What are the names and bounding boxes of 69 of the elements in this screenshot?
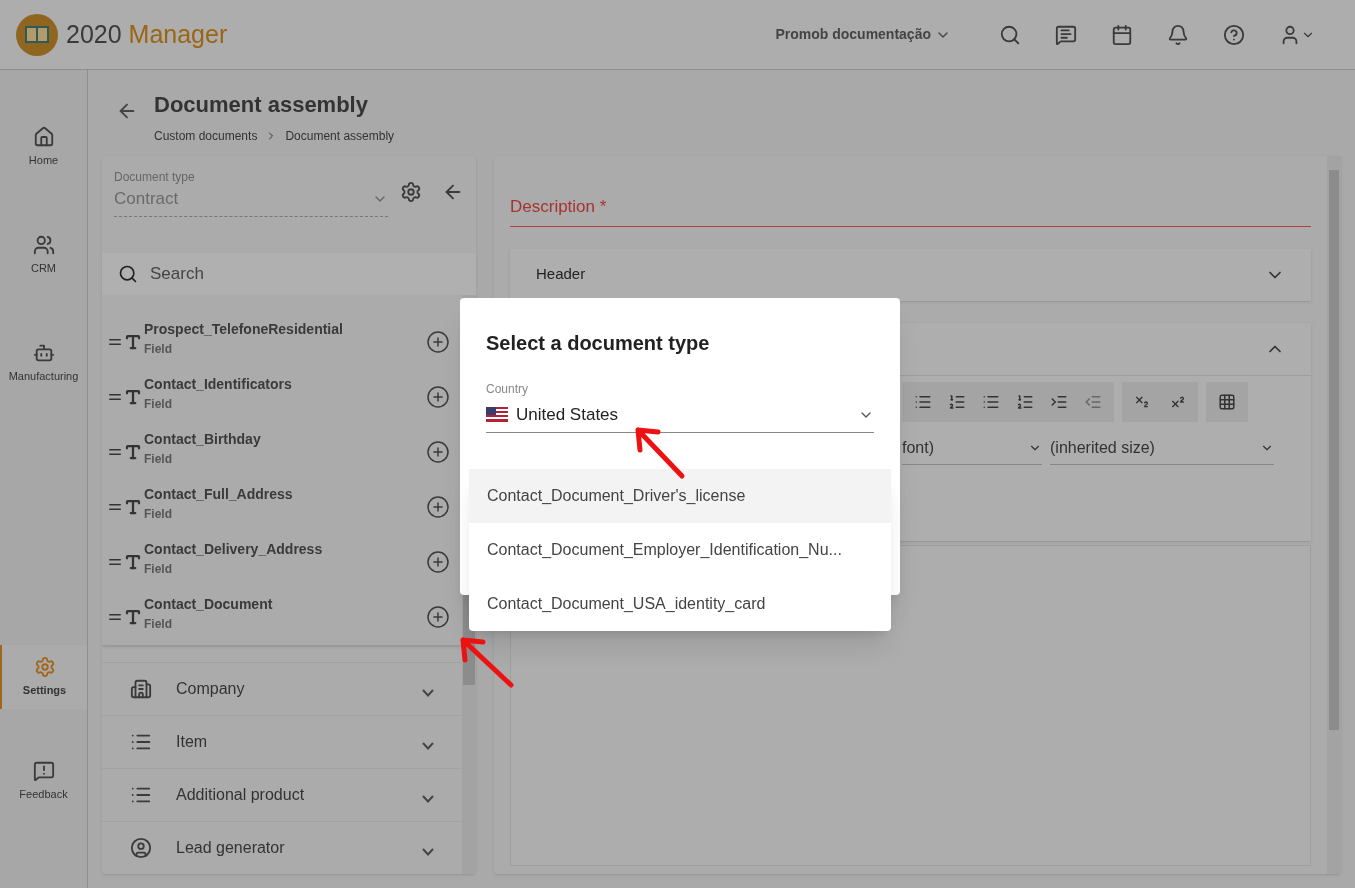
expand-icon <box>422 847 434 856</box>
field-type: Field <box>144 560 173 578</box>
help-icon[interactable] <box>1223 23 1245 46</box>
nav-item[interactable]: Manufacturing <box>0 331 87 395</box>
flag-icon <box>486 407 508 423</box>
expand-icon <box>422 688 434 697</box>
building-icon <box>130 677 152 700</box>
field-name: Contact_Delivery_Address <box>144 539 324 559</box>
add-icon[interactable] <box>426 550 450 574</box>
dropdown-option[interactable]: Contact_Document_Employer_Identification_Nu... <box>469 523 891 577</box>
field-type: Field <box>144 505 173 523</box>
description-field[interactable]: Description * <box>510 194 1311 227</box>
field-name: Prospect_TelefoneResidential <box>144 319 344 339</box>
add-icon[interactable] <box>426 605 450 629</box>
text-field-icon <box>124 498 142 516</box>
search-icon <box>118 263 138 284</box>
category-item[interactable]: Company <box>102 661 462 715</box>
section-title: Header <box>536 264 587 285</box>
field-name: Contact_Identificators <box>144 374 293 394</box>
nav-item[interactable]: Feedback <box>0 749 87 813</box>
nav-item[interactable]: Settings <box>0 645 87 709</box>
text-field-icon <box>124 333 142 351</box>
search-icon[interactable] <box>999 23 1021 46</box>
home-icon <box>32 125 55 148</box>
field-name: Contact_Birthday <box>144 429 262 449</box>
settings-icon <box>33 655 56 678</box>
text-field-icon <box>124 608 142 626</box>
add-icon[interactable] <box>426 330 450 354</box>
field-name: Contact_Full_Address <box>144 484 294 504</box>
add-icon[interactable] <box>426 385 450 409</box>
nav-item[interactable]: CRM <box>0 223 87 287</box>
field-name: Contact_Document <box>144 594 274 614</box>
numbered-list-icon[interactable] <box>948 392 966 411</box>
dropdown-option[interactable]: Contact_Document_USA_identity_card <box>469 577 891 631</box>
dropdown-option[interactable]: Contact_Document_Driver's_license <box>469 469 891 523</box>
category-item[interactable]: Lead generator <box>102 820 462 874</box>
user-circle-icon <box>130 836 152 859</box>
size-select[interactable]: (inherited size) <box>1050 435 1274 465</box>
workspace-dropdown[interactable]: Promob documentação <box>775 24 951 45</box>
app-name: 2020 Manager <box>66 18 228 50</box>
text-field-icon <box>124 553 142 571</box>
add-icon[interactable] <box>426 440 450 464</box>
nav-item[interactable]: Home <box>0 115 87 179</box>
font-select[interactable]: font) <box>902 435 1042 465</box>
breadcrumb-current: Document assembly <box>285 128 395 145</box>
notification-icon[interactable] <box>1167 23 1189 46</box>
text-field-icon <box>124 443 142 461</box>
table-icon[interactable] <box>1218 392 1236 411</box>
field-type: Field <box>144 340 173 358</box>
expand-icon <box>422 741 434 750</box>
ordered-list-icon[interactable] <box>1016 392 1034 411</box>
logo-icon <box>16 13 58 56</box>
field-type: Field <box>144 615 173 633</box>
field-type: Field <box>144 395 173 413</box>
text-field-icon <box>124 388 142 406</box>
people-icon <box>32 233 55 256</box>
chat-icon[interactable] <box>1055 23 1077 46</box>
scrollbar[interactable] <box>1327 156 1341 874</box>
breadcrumb-link[interactable]: Custom documents <box>154 127 258 145</box>
search-field[interactable]: Search <box>102 252 476 295</box>
page-title: Document assembly <box>154 91 369 119</box>
calendar-icon[interactable] <box>1111 23 1133 46</box>
dialog-title: Select a document type <box>486 331 711 356</box>
settings-icon[interactable] <box>400 181 422 204</box>
country-select[interactable]: Country United States <box>486 380 874 433</box>
field-type: Field <box>144 450 173 468</box>
expand-icon <box>422 794 434 803</box>
feedback-icon <box>32 759 55 782</box>
add-icon[interactable] <box>426 495 450 519</box>
